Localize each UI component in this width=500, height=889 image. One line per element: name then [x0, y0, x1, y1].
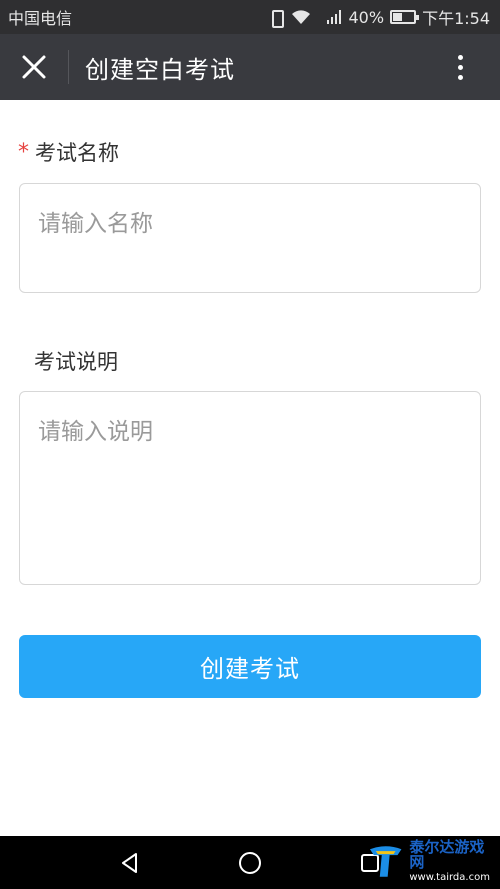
nav-home-button[interactable] [230, 843, 270, 883]
exam-name-label: * 考试名称 [18, 137, 119, 167]
exam-name-field [19, 183, 481, 293]
back-triangle-icon [122, 852, 137, 873]
title-bar: 创建空白考试 [0, 34, 500, 100]
exam-description-input[interactable] [20, 392, 480, 584]
create-exam-button[interactable]: 创建考试 [19, 635, 481, 698]
signal-icon [317, 9, 343, 25]
tairda-logo-icon [369, 846, 402, 877]
more-button[interactable] [440, 51, 480, 83]
close-button[interactable] [0, 34, 68, 100]
clock: 下午1:54 [422, 9, 490, 28]
exam-description-label: 考试说明 [34, 346, 118, 376]
battery-icon [390, 10, 420, 24]
close-icon [22, 55, 46, 79]
home-circle-icon [239, 851, 261, 874]
page-title: 创建空白考试 [85, 55, 235, 84]
nav-back-button[interactable] [110, 843, 150, 883]
watermark-url: www.tairda.com [409, 871, 490, 883]
required-mark: * [18, 139, 29, 165]
carrier-label: 中国电信 [8, 9, 73, 28]
exam-description-field [19, 391, 481, 585]
exam-description-label-text: 考试说明 [34, 350, 118, 374]
vibrate-icon [267, 8, 285, 28]
title-divider [68, 50, 69, 84]
watermark-name: 泰尔达游戏网 [409, 837, 485, 871]
exam-name-input[interactable] [20, 184, 480, 292]
more-vertical-icon [457, 54, 463, 60]
status-bar: 中国电信 40% 下午1:54 [0, 0, 500, 34]
watermark: 泰尔达游戏网 www.tairda.com [366, 835, 498, 887]
status-icons: 40% 下午1:54 [267, 5, 490, 29]
wifi-icon [291, 9, 311, 25]
battery-percent: 40% [348, 7, 385, 27]
exam-name-label-text: 考试名称 [35, 141, 119, 165]
